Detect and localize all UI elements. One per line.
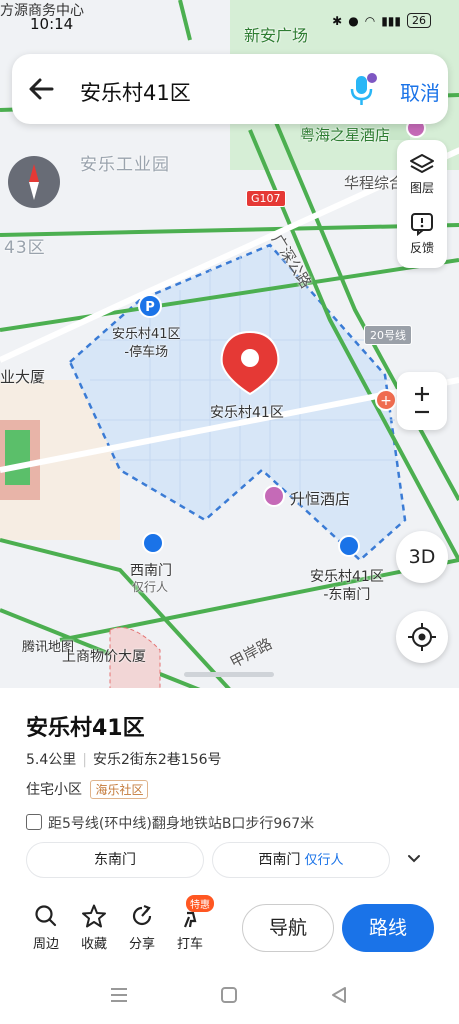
bluetooth-icon: ✱ <box>332 13 343 28</box>
search-bar: 安乐村41区 取消 <box>12 54 448 124</box>
map-label-poi-main[interactable]: 安乐村41区 <box>210 402 284 422</box>
feedback-button[interactable]: 反馈 <box>397 212 447 256</box>
gate-chip-southeast[interactable]: 东南门 <box>26 842 204 878</box>
metro-icon <box>26 814 42 830</box>
nearby-button[interactable]: 周边 <box>24 903 68 952</box>
map-label-huacheng: 华程综合 <box>344 174 405 192</box>
gate-chip-label: 西南门 <box>258 852 301 868</box>
share-label: 分享 <box>128 937 155 952</box>
place-distance: 5.4公里 <box>26 752 77 768</box>
metro-info: 距5号线(环中线)翻身地铁站B口步行967米 <box>26 813 314 833</box>
map-label-industry-building: 业大厦 <box>0 368 46 386</box>
place-meta: 5.4公里 | 安乐2街东2巷156号 <box>26 752 222 768</box>
taxi-label: 打车 <box>176 937 203 952</box>
map-label-east-gate[interactable]: 安乐村41区 -东南门 <box>310 568 384 604</box>
location-icon: ● <box>348 13 359 28</box>
cancel-button[interactable]: 取消 <box>400 77 440 106</box>
status-icons: ✱ ● ◠ ▮▮▮ 26 <box>332 13 431 28</box>
map-label-area43: 43区 <box>4 238 46 258</box>
map-label-shangwu: 上商物价大厦 <box>62 649 146 665</box>
metro-text: 距5号线(环中线)翻身地铁站B口步行967米 <box>48 816 315 832</box>
zoom-plus-minus-icon <box>415 387 429 414</box>
share-icon <box>132 904 152 926</box>
favorite-label: 收藏 <box>80 937 107 952</box>
compass-icon[interactable] <box>8 156 60 208</box>
share-button[interactable]: 分享 <box>120 903 164 952</box>
layers-icon <box>410 154 434 173</box>
status-time: 10:14 <box>30 15 74 33</box>
gate-chip-label: 东南门 <box>94 852 136 868</box>
sheet-drag-handle[interactable] <box>184 672 274 677</box>
view-3d-button[interactable]: 3D <box>396 531 448 583</box>
community-tag[interactable]: 海乐社区 <box>90 780 149 799</box>
crosshair-icon <box>408 623 436 651</box>
menu-icon[interactable] <box>111 988 127 1002</box>
place-title: 安乐村41区 <box>26 716 145 741</box>
gate-chip-hint: 仅行人 <box>304 853 344 868</box>
star-icon <box>82 904 106 928</box>
map-label-industrial-park: 安乐工业园 <box>80 155 170 175</box>
search-icon <box>35 905 57 927</box>
map-label-west-gate-sub: 仅行人 <box>132 580 169 594</box>
line-badge-20: 20号线 <box>364 325 412 345</box>
voice-search-icon[interactable] <box>346 72 378 108</box>
taxi-promo-badge: 特惠 <box>186 895 214 912</box>
place-type: 住宅小区 <box>26 782 82 798</box>
system-navigation-bar <box>0 975 459 1015</box>
svg-text:P: P <box>145 300 155 315</box>
favorite-button[interactable]: 收藏 <box>72 903 116 952</box>
layers-button[interactable]: 图层 <box>397 152 447 196</box>
feedback-label: 反馈 <box>409 241 434 255</box>
navigate-button[interactable]: 导航 <box>242 904 334 952</box>
gate-pin-icon[interactable] <box>142 532 360 557</box>
home-icon[interactable] <box>221 987 237 1003</box>
signal-icon: ▮▮▮ <box>381 13 401 28</box>
back-arrow-icon[interactable] <box>26 73 58 105</box>
layers-label: 图层 <box>409 181 434 195</box>
parking-pin-icon[interactable]: P <box>138 294 162 318</box>
battery-icon: 26 <box>407 13 431 28</box>
map-label-hotel-yuehai[interactable]: 粤海之星酒店 <box>300 124 390 145</box>
zoom-button[interactable] <box>397 372 447 430</box>
hospital-pin-icon[interactable]: + <box>375 389 397 411</box>
place-address: 安乐2街东2巷156号 <box>92 752 222 768</box>
svg-text:+: + <box>380 393 392 409</box>
chevron-down-icon[interactable] <box>402 849 426 869</box>
back-icon[interactable] <box>332 987 346 1003</box>
search-input[interactable]: 安乐村41区 <box>80 77 191 107</box>
locate-button[interactable] <box>396 611 448 663</box>
map-label-hotel-shengheng[interactable]: 升恒酒店 <box>290 488 350 509</box>
place-type-row: 住宅小区 海乐社区 <box>26 779 149 799</box>
map-label-west-gate[interactable]: 西南门 <box>130 560 172 580</box>
route-button[interactable]: 路线 <box>342 904 434 952</box>
map-label-parking[interactable]: 安乐村41区 -停车场 <box>112 326 181 362</box>
status-bar: 方源商务中心 10:14 ✱ ● ◠ ▮▮▮ 26 <box>0 0 459 38</box>
map-tools-panel: 图层 反馈 <box>397 140 447 268</box>
nearby-label: 周边 <box>32 937 59 952</box>
road-badge-g107: G107 <box>246 190 286 207</box>
gate-chip-southwest[interactable]: 西南门 仅行人 <box>212 842 390 878</box>
wifi-icon: ◠ <box>364 13 376 28</box>
feedback-icon <box>411 213 433 237</box>
